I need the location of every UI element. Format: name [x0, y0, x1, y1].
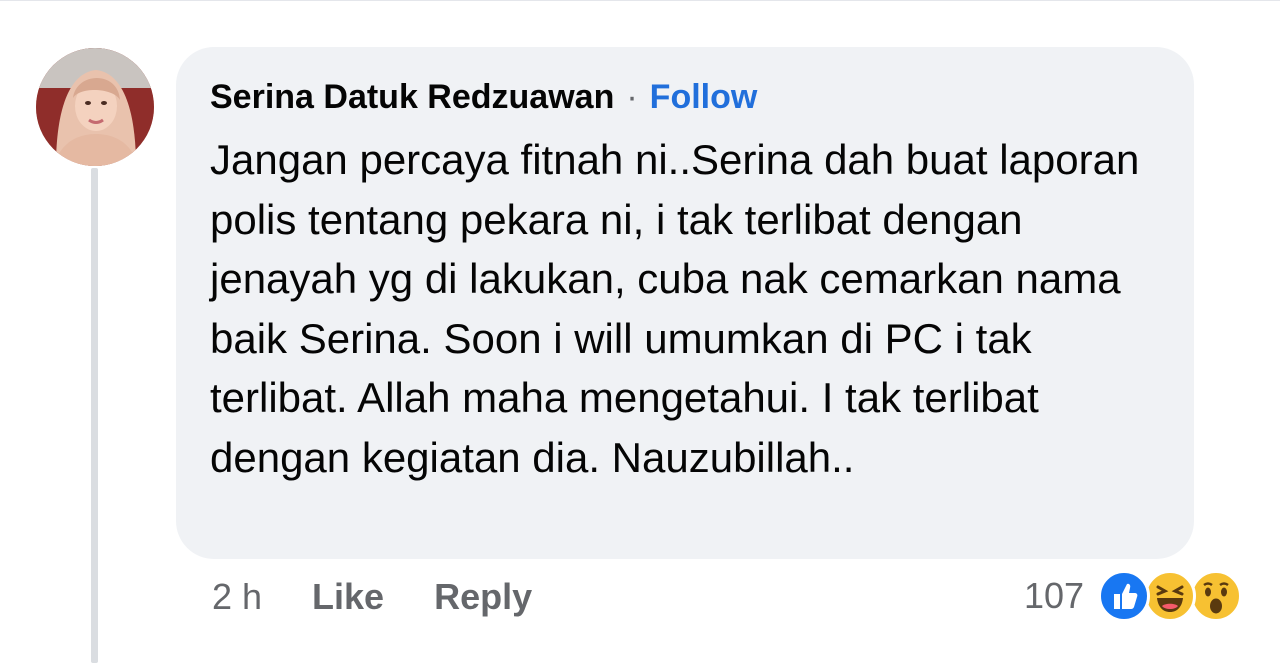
reaction-count: 107: [1024, 575, 1085, 616]
comment-actions: 2 h Like Reply: [212, 575, 582, 619]
author-name[interactable]: Serina Datuk Redzuawan: [210, 78, 614, 116]
comment-bubble: Serina Datuk Redzuawan · Follow Jangan p…: [176, 47, 1194, 559]
reaction-icons: [1098, 570, 1243, 622]
avatar[interactable]: [36, 48, 154, 166]
like-icon: [1098, 570, 1151, 622]
separator-dot: ·: [626, 78, 638, 116]
avatar-image: [36, 48, 154, 166]
haha-icon: [1144, 570, 1197, 622]
wow-icon: [1190, 570, 1243, 622]
like-button[interactable]: Like: [312, 576, 384, 618]
comment-header: Serina Datuk Redzuawan · Follow: [210, 78, 757, 116]
follow-button[interactable]: Follow: [650, 78, 758, 116]
divider: [0, 0, 1280, 1]
reactions-summary[interactable]: 107: [1024, 570, 1243, 622]
reply-button[interactable]: Reply: [434, 576, 532, 618]
timestamp[interactable]: 2 h: [212, 576, 262, 618]
comment-text: Jangan percaya fitnah ni..Serina dah bua…: [210, 136, 1140, 481]
thread-line: [91, 168, 98, 663]
